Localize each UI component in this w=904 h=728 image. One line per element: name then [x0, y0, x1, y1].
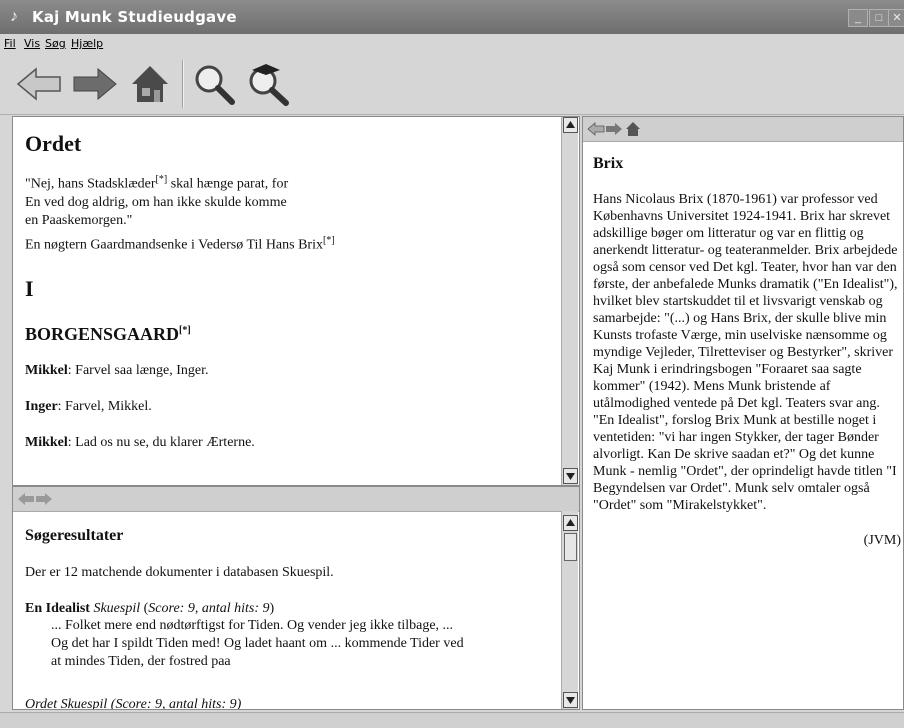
- motto-line-1: "Nej, hans Stadsklæder: [25, 176, 156, 192]
- scroll-up-arrow[interactable]: [563, 117, 578, 133]
- document-pane: Ordet "Nej, hans Stadsklæder[*] skal hæn…: [12, 116, 580, 486]
- home-icon: [132, 66, 168, 102]
- advanced-search-button[interactable]: [242, 58, 294, 110]
- speaker: Inger: [25, 399, 58, 415]
- motto: "Nej, hans Stadsklæder[*] skal hænge par…: [25, 171, 555, 254]
- search-summary: Der er 12 matchende dokumenter i databas…: [25, 565, 334, 580]
- document-title: Ordet: [25, 131, 82, 156]
- motto-line-2: En ved dog aldrig, om han ikke skulde ko…: [25, 194, 287, 210]
- note-nav-strip: [583, 117, 903, 142]
- menu-hjaelp[interactable]: Hjælp: [71, 37, 103, 50]
- menu-bar: Fil Vis Søg Hjælp: [0, 34, 904, 52]
- forward-button[interactable]: [68, 58, 120, 110]
- scroll-up-arrow[interactable]: [563, 515, 578, 531]
- scene-heading: BORGENSGAARD[*]: [25, 324, 555, 345]
- maximize-button[interactable]: □: [869, 9, 889, 27]
- act-heading: I: [25, 276, 34, 302]
- dedication: En nøgtern Gaardmandsenke i Vedersø Til …: [25, 237, 323, 253]
- speaker: Mikkel: [25, 363, 68, 379]
- note-pane: Brix Hans Nicolaus Brix (1870-1961) var …: [582, 116, 904, 710]
- footnote-ref[interactable]: [*]: [323, 235, 335, 246]
- document-scrollbar[interactable]: [561, 117, 578, 485]
- footnote-ref[interactable]: [*]: [179, 325, 191, 336]
- note-signature: (JVM): [863, 533, 901, 548]
- note-body: Hans Nicolaus Brix (1870-1961) var profe…: [593, 192, 898, 513]
- snippet-line: Og det har I spildt Tiden med! Og ladet …: [51, 636, 464, 651]
- forward-arrow-icon[interactable]: [35, 492, 53, 506]
- note-heading: Brix: [593, 155, 624, 172]
- menu-fil[interactable]: Fil: [4, 37, 16, 50]
- line-text: : Lad os nu se, du klarer Ærterne.: [67, 435, 255, 451]
- forward-arrow-icon: [73, 67, 117, 101]
- back-arrow-icon[interactable]: [17, 492, 35, 506]
- result-snippet: ... Folket mere end nødtørftigst for Tid…: [51, 617, 555, 671]
- home-button[interactable]: [124, 58, 176, 110]
- result-score: Score: 9: [148, 601, 195, 616]
- app-icon: ♪: [10, 8, 18, 25]
- snippet-line: ... Folket mere end nødtørftigst for Tid…: [51, 618, 454, 633]
- back-button[interactable]: [14, 58, 66, 110]
- dialogue-line: Mikkel: Farvel saa længe, Inger.: [25, 363, 555, 379]
- forward-arrow-icon[interactable]: [605, 122, 623, 136]
- toolbar: [0, 52, 904, 115]
- motto-line-3: en Paaskemorgen.": [25, 212, 133, 228]
- result-genre: Skuespil: [93, 601, 141, 616]
- triangle-down-icon: [566, 697, 575, 704]
- magnifier-icon: [195, 65, 235, 105]
- search-heading: Søgeresultater: [25, 527, 124, 544]
- scene-title: BORGENSGAARD: [25, 324, 180, 345]
- result-hits: antal hits: 9: [201, 601, 270, 616]
- dialogue-line: Inger: Farvel, Mikkel.: [25, 399, 555, 415]
- snippet-line: at mindes Tiden, der fostred paa: [51, 654, 231, 669]
- title-bar: ♪ Kaj Munk Studieudgave _ □ ✕: [0, 0, 904, 34]
- back-arrow-icon: [16, 67, 61, 101]
- triangle-down-icon: [566, 473, 575, 480]
- line-text: : Farvel saa længe, Inger.: [67, 363, 209, 379]
- motto-line-1-end: skal hænge parat, for: [167, 176, 289, 192]
- toolbar-separator: [182, 60, 184, 108]
- dialogue-line: Mikkel: Lad os nu se, du klarer Ærterne.: [25, 435, 555, 451]
- speaker: Mikkel: [25, 435, 68, 451]
- status-bar: [0, 712, 904, 728]
- line-text: : Farvel, Mikkel.: [57, 399, 152, 415]
- home-icon[interactable]: [625, 121, 641, 137]
- close-button[interactable]: ✕: [888, 9, 904, 27]
- scroll-down-arrow[interactable]: [563, 692, 578, 708]
- window-title: Kaj Munk Studieudgave: [32, 8, 237, 26]
- search-result-partial[interactable]: Ordet Skuespil (Score: 9, antal hits: 9): [25, 697, 555, 709]
- search-scrollbar[interactable]: [561, 511, 578, 709]
- scroll-thumb[interactable]: [564, 533, 577, 561]
- search-nav-strip: [13, 487, 579, 512]
- back-arrow-icon[interactable]: [587, 122, 605, 136]
- advanced-search-icon: [249, 64, 289, 106]
- menu-sog[interactable]: Søg: [45, 37, 66, 50]
- footnote-ref[interactable]: [*]: [156, 174, 168, 185]
- minimize-button[interactable]: _: [848, 9, 868, 27]
- result-title[interactable]: En Idealist: [25, 601, 90, 616]
- triangle-up-icon: [566, 519, 575, 526]
- scroll-down-arrow[interactable]: [563, 468, 578, 484]
- search-button[interactable]: [188, 58, 240, 110]
- triangle-up-icon: [566, 121, 575, 128]
- search-results-pane: Søgeresultater Der er 12 matchende dokum…: [12, 486, 580, 710]
- search-result[interactable]: En Idealist Skuespil (Score: 9, antal hi…: [25, 601, 555, 617]
- menu-vis[interactable]: Vis: [24, 37, 40, 50]
